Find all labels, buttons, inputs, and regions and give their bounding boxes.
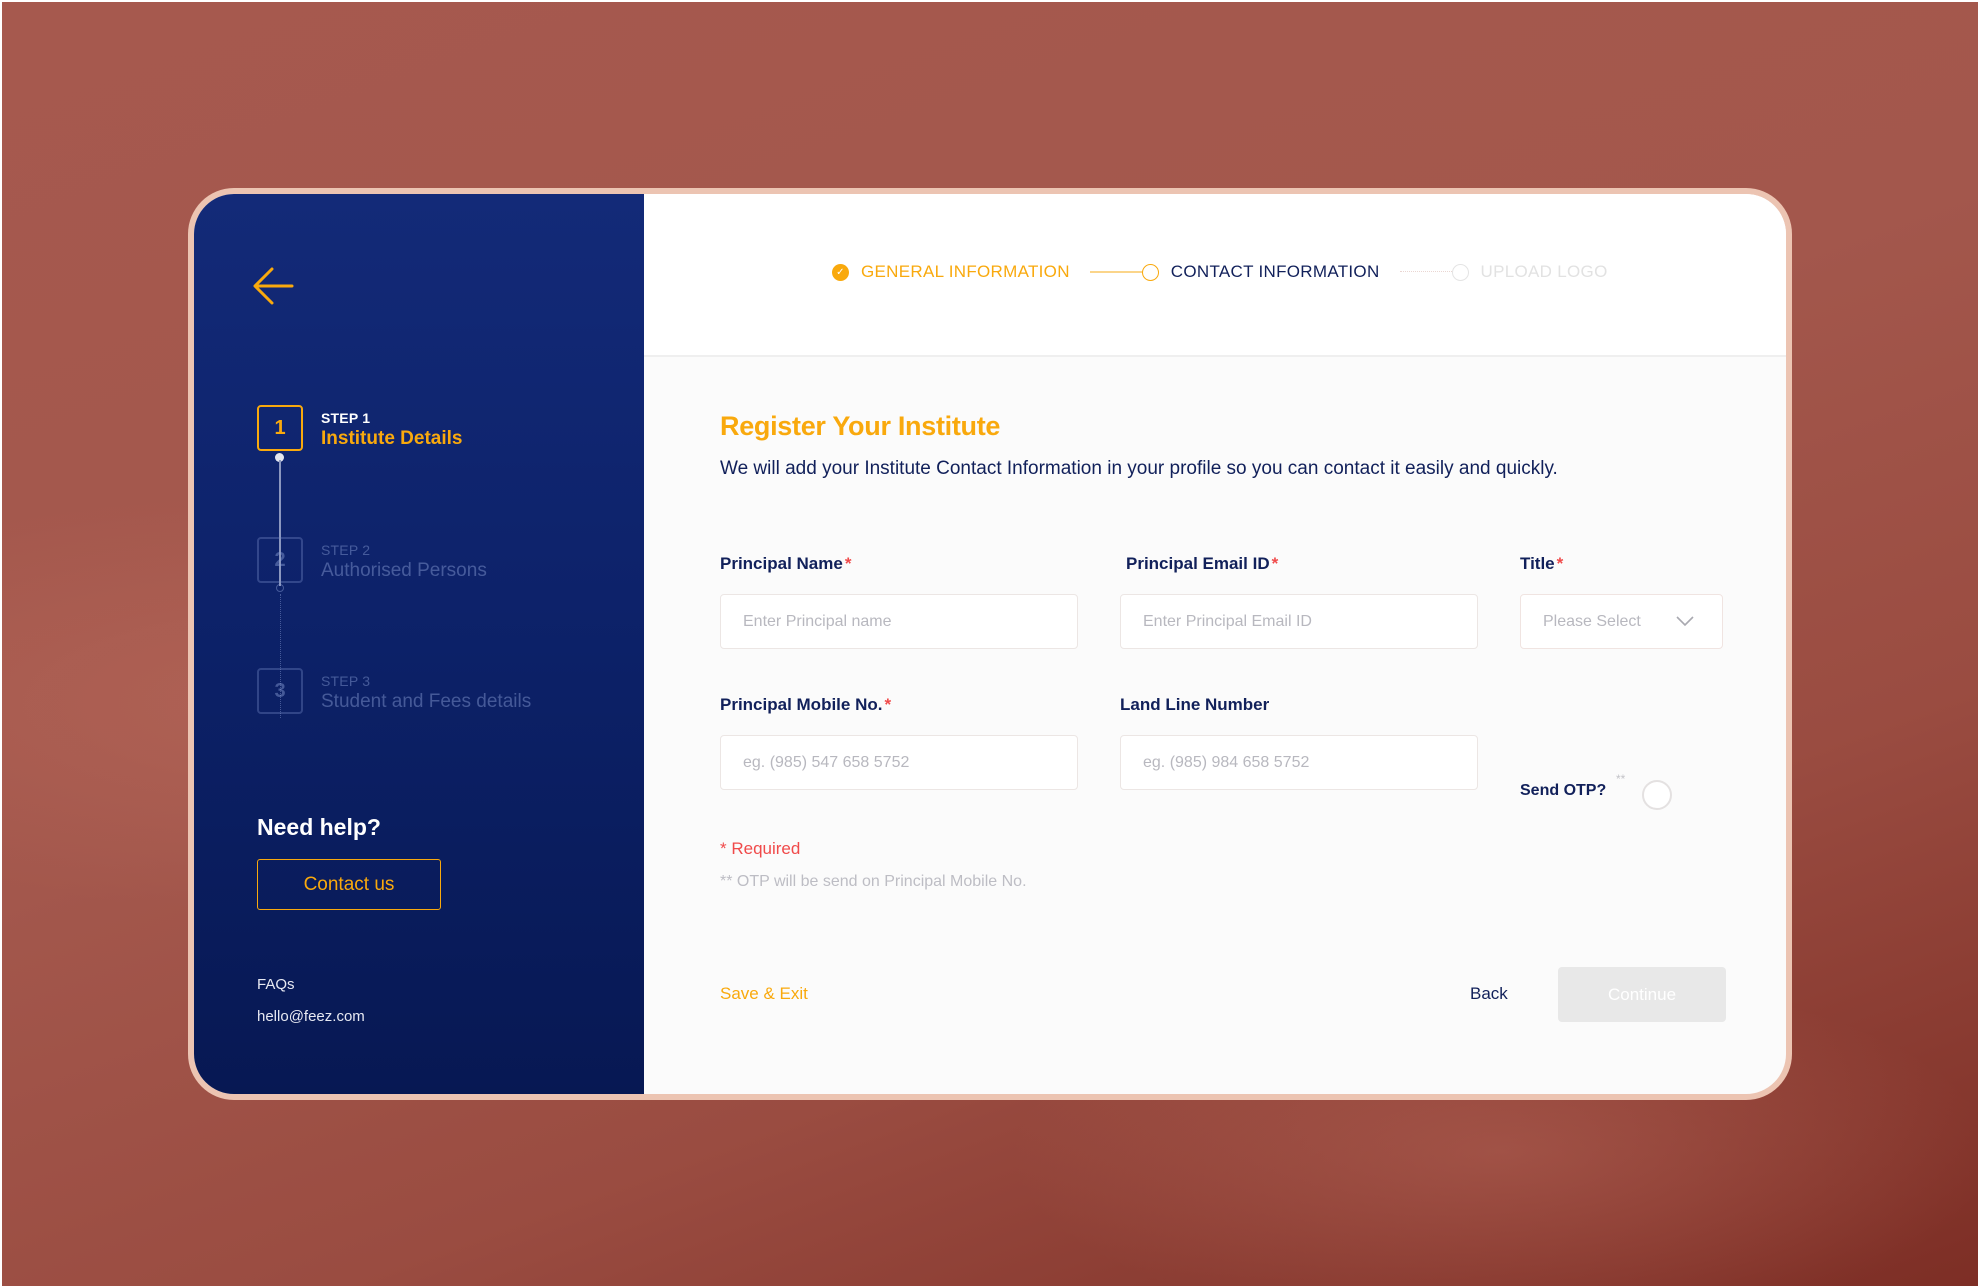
contact-us-button[interactable]: Contact us: [257, 859, 441, 910]
registration-card: 1 STEP 1 Institute Details 2 STEP 2 Auth…: [188, 188, 1792, 1100]
label-text: Principal Name: [720, 554, 843, 573]
support-email-link[interactable]: hello@feez.com: [257, 1008, 365, 1025]
sidebar-step-1[interactable]: 1 STEP 1 Institute Details: [257, 405, 462, 451]
check-icon: ✓: [832, 263, 849, 281]
step-title: Authorised Persons: [321, 560, 487, 581]
select-value: Please Select: [1543, 612, 1641, 630]
progress-connector: [1089, 271, 1142, 273]
card-content: 1 STEP 1 Institute Details 2 STEP 2 Auth…: [194, 194, 1786, 1094]
page-title: Register Your Institute: [720, 411, 1001, 441]
otp-note: ** OTP will be send on Principal Mobile …: [720, 873, 1027, 890]
step-number-box: 2: [257, 537, 303, 583]
progress-label: UPLOAD LOGO: [1480, 262, 1608, 281]
step-title: Student and Fees details: [321, 691, 532, 712]
required-mark: *: [1556, 554, 1564, 573]
faqs-link[interactable]: FAQs: [257, 976, 295, 993]
step-number-box: 1: [257, 405, 303, 451]
sidebar: 1 STEP 1 Institute Details 2 STEP 2 Auth…: [194, 194, 644, 1094]
step-number-box: 3: [257, 668, 303, 714]
chevron-down-icon: [1676, 616, 1694, 627]
pending-step-circle-icon: [1451, 263, 1469, 281]
current-step-circle-icon: [1141, 263, 1159, 281]
land-line-label: Land Line Number: [1120, 695, 1269, 715]
continue-button[interactable]: Continue: [1558, 967, 1726, 1022]
principal-name-input[interactable]: [720, 594, 1078, 649]
title-select[interactable]: Please Select: [1520, 594, 1723, 649]
label-text: Title: [1520, 554, 1555, 573]
help-heading: Need help?: [257, 814, 381, 840]
required-note: * Required: [720, 839, 801, 858]
land-line-input[interactable]: [1120, 735, 1478, 790]
progress-connector: [1399, 271, 1452, 273]
required-mark: *: [844, 554, 852, 573]
progress-step-upload-logo[interactable]: UPLOAD LOGO: [1451, 262, 1608, 282]
back-button[interactable]: Back: [1470, 984, 1508, 1004]
sidebar-step-3[interactable]: 3 STEP 3 Student and Fees details: [257, 668, 531, 714]
save-exit-link[interactable]: Save & Exit: [720, 984, 808, 1004]
page-subtitle: We will add your Institute Contact Infor…: [720, 458, 1558, 479]
progress-label: GENERAL INFORMATION: [861, 262, 1070, 281]
progress-step-general[interactable]: ✓ GENERAL INFORMATION: [832, 262, 1070, 282]
progress-label: CONTACT INFORMATION: [1170, 262, 1380, 281]
principal-mobile-input[interactable]: [720, 735, 1078, 790]
progress-stepper: ✓ GENERAL INFORMATION CONTACT INFORMATIO…: [832, 262, 1608, 282]
progress-header: ✓ GENERAL INFORMATION CONTACT INFORMATIO…: [644, 194, 1786, 357]
otp-footnote-mark: **: [1616, 772, 1626, 786]
principal-email-input[interactable]: [1120, 594, 1478, 649]
send-otp-label: Send OTP?: [1520, 782, 1607, 799]
label-text: Principal Mobile No.: [720, 695, 883, 714]
sidebar-step-2[interactable]: 2 STEP 2 Authorised Persons: [257, 537, 487, 583]
principal-mobile-label: Principal Mobile No. *: [720, 695, 891, 715]
step-label: STEP 2: [321, 542, 371, 558]
main-panel: ✓ GENERAL INFORMATION CONTACT INFORMATIO…: [644, 194, 1786, 1094]
label-text: Land Line Number: [1120, 695, 1270, 714]
progress-step-contact[interactable]: CONTACT INFORMATION: [1141, 262, 1380, 282]
principal-email-label: Principal Email ID *: [1126, 554, 1278, 574]
step-label: STEP 3: [321, 673, 371, 689]
principal-name-label: Principal Name *: [720, 554, 851, 574]
step-label: STEP 1: [321, 410, 371, 426]
required-mark: *: [1271, 554, 1279, 573]
required-mark: *: [884, 695, 892, 714]
title-label: Title *: [1520, 554, 1563, 574]
step-title: Institute Details: [321, 428, 463, 449]
step-connector-dot: [276, 584, 284, 592]
send-otp-radio[interactable]: [1642, 780, 1672, 810]
label-text: Principal Email ID: [1126, 554, 1270, 573]
arrow-left-icon[interactable]: [252, 266, 294, 306]
